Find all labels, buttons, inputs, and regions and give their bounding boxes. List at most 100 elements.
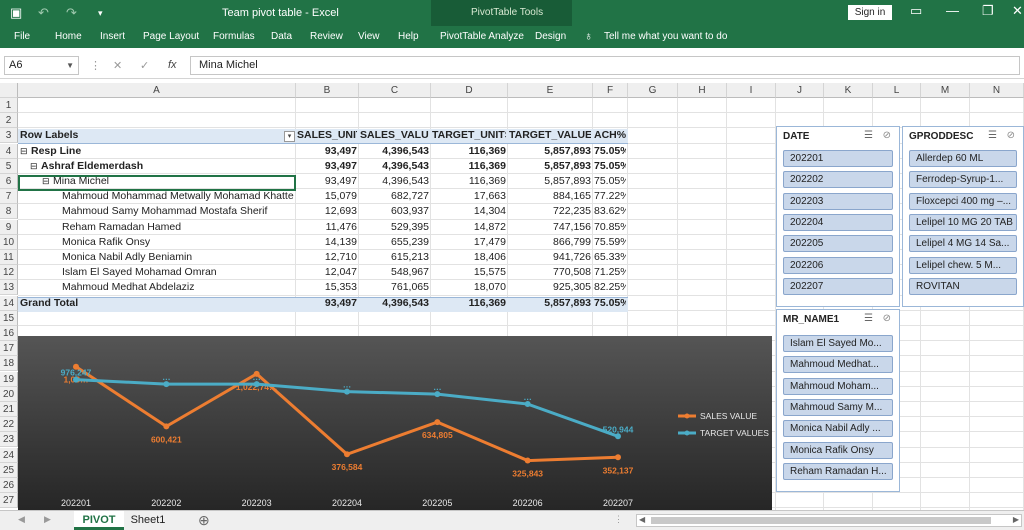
- slicer-item[interactable]: Monica Rafik Onsy: [783, 441, 893, 459]
- slicer-item[interactable]: ROVITAN: [909, 277, 1017, 295]
- slicer-item[interactable]: Islam El Sayed Mo...: [783, 335, 893, 352]
- slicer-item[interactable]: 202206: [783, 256, 893, 274]
- column-header-m[interactable]: M: [921, 83, 970, 98]
- row-header-9[interactable]: 9: [0, 219, 18, 235]
- tab-design[interactable]: Design: [535, 31, 566, 42]
- slicer-gproddesc[interactable]: GPRODDESC ☰ ⊘ Allerdep 60 ML Ferrodep-Syr…: [902, 126, 1024, 307]
- slicer-item[interactable]: Floxcepci 400 mg –...: [909, 192, 1017, 210]
- tab-insert[interactable]: Insert: [100, 31, 125, 42]
- slicer-item[interactable]: Lelipel 10 MG 20 TAB: [909, 213, 1017, 231]
- column-header-c[interactable]: C: [359, 83, 431, 98]
- tab-help[interactable]: Help: [398, 31, 419, 42]
- tab-pivottable-analyze[interactable]: PivotTable Analyze: [440, 31, 524, 42]
- multi-select-icon[interactable]: ☰: [864, 313, 873, 324]
- horizontal-scrollbar[interactable]: ◀ ▶: [636, 514, 1022, 527]
- slicer-item[interactable]: Ferrodep-Syrup-1...: [909, 171, 1017, 189]
- slicer-item[interactable]: 202203: [783, 192, 893, 210]
- scroll-right-icon[interactable]: ▶: [44, 514, 51, 525]
- tab-review[interactable]: Review: [310, 31, 343, 42]
- column-header-f[interactable]: F: [593, 83, 628, 98]
- column-header-n[interactable]: N: [970, 83, 1024, 98]
- slicer-item[interactable]: 202201: [783, 150, 893, 167]
- undo-icon[interactable]: ↶: [38, 5, 49, 21]
- row-header-26[interactable]: 26: [0, 478, 18, 493]
- column-header-b[interactable]: B: [296, 83, 359, 98]
- name-box[interactable]: A6 ▼: [4, 56, 79, 75]
- column-header-a[interactable]: A: [18, 83, 296, 98]
- tab-formulas[interactable]: Formulas: [213, 31, 255, 42]
- slicer-item[interactable]: 202207: [783, 277, 893, 295]
- plus-icon[interactable]: ⊕: [198, 512, 210, 529]
- sheet-tab-sheet1[interactable]: Sheet1: [126, 511, 170, 530]
- row-header-10[interactable]: 10: [0, 234, 18, 250]
- save-icon[interactable]: ▣: [10, 5, 22, 21]
- row-header-17[interactable]: 17: [0, 341, 18, 357]
- column-header-h[interactable]: H: [678, 83, 727, 98]
- row-header-1[interactable]: 1: [0, 98, 18, 113]
- slicer-item[interactable]: Lelipel 4 MG 14 Sa...: [909, 235, 1017, 253]
- slicer-item[interactable]: Reham Ramadan H...: [783, 462, 893, 480]
- row-header-3[interactable]: 3: [0, 128, 18, 144]
- customize-qat-icon[interactable]: ▾: [98, 8, 103, 19]
- tab-home[interactable]: Home: [55, 31, 82, 42]
- column-header-l[interactable]: L: [873, 83, 921, 98]
- column-header-k[interactable]: K: [824, 83, 873, 98]
- slicer-item[interactable]: Mahmoud Medhat...: [783, 356, 893, 374]
- row-header-24[interactable]: 24: [0, 447, 18, 463]
- redo-icon[interactable]: ↷: [66, 5, 77, 21]
- sheet-tab-pivot[interactable]: PIVOT: [74, 511, 124, 530]
- row-header-8[interactable]: 8: [0, 204, 18, 220]
- select-all-corner[interactable]: [0, 83, 18, 98]
- restore-icon[interactable]: ❐: [982, 3, 994, 19]
- column-header-j[interactable]: J: [776, 83, 824, 98]
- row-header-14[interactable]: 14: [0, 295, 18, 311]
- slicer-item[interactable]: 202205: [783, 235, 893, 253]
- row-header-5[interactable]: 5: [0, 158, 18, 174]
- slicer-mr-name[interactable]: MR_NAME1 ☰ ⊘ Islam El Sayed Mo... Mahmoud…: [776, 309, 900, 492]
- chevron-down-icon[interactable]: ▼: [66, 57, 74, 74]
- row-header-4[interactable]: 4: [0, 143, 18, 159]
- row-header-18[interactable]: 18: [0, 356, 18, 372]
- signin-button[interactable]: Sign in: [848, 5, 892, 20]
- slicer-item[interactable]: 202204: [783, 213, 893, 231]
- multi-select-icon[interactable]: ☰: [988, 130, 997, 141]
- row-header-25[interactable]: 25: [0, 462, 18, 478]
- row-header-20[interactable]: 20: [0, 386, 18, 402]
- row-header-16[interactable]: 16: [0, 326, 18, 341]
- clear-filter-icon[interactable]: ⊘: [1007, 130, 1015, 141]
- tab-page-layout[interactable]: Page Layout: [143, 31, 199, 42]
- row-header-19[interactable]: 19: [0, 371, 18, 387]
- slicer-item[interactable]: Mahmoud Moham...: [783, 377, 893, 395]
- row-header-12[interactable]: 12: [0, 265, 18, 281]
- row-header-27[interactable]: 27: [0, 493, 18, 509]
- ribbon-display-icon[interactable]: ▭: [910, 3, 922, 19]
- clear-filter-icon[interactable]: ⊘: [883, 130, 891, 141]
- cancel-icon[interactable]: ✕: [113, 59, 122, 72]
- slicer-date[interactable]: DATE ☰ ⊘ 202201 202202 202203 202204 202205 2…: [776, 126, 900, 307]
- multi-select-icon[interactable]: ☰: [864, 130, 873, 141]
- row-header-13[interactable]: 13: [0, 280, 18, 296]
- row-labels-filter-button[interactable]: ▾: [284, 131, 295, 142]
- scroll-left-icon[interactable]: ◀: [639, 515, 645, 524]
- pivot-chart[interactable]: 1,08…600,4211,022,74…376,584634,805325,8…: [18, 336, 772, 510]
- row-header-11[interactable]: 11: [0, 250, 18, 265]
- row-header-6[interactable]: 6: [0, 174, 18, 189]
- column-header-i[interactable]: I: [727, 83, 776, 98]
- row-header-15[interactable]: 15: [0, 310, 18, 326]
- scrollbar-thumb[interactable]: [651, 517, 991, 524]
- slicer-item[interactable]: Lelipel chew. 5 M...: [909, 256, 1017, 274]
- function-icon[interactable]: fx: [168, 59, 177, 71]
- scroll-left-icon[interactable]: ◀: [18, 514, 25, 525]
- column-header-e[interactable]: E: [508, 83, 593, 98]
- row-header-22[interactable]: 22: [0, 417, 18, 433]
- slicer-item[interactable]: 202202: [783, 171, 893, 189]
- enter-icon[interactable]: ✓: [140, 59, 149, 72]
- tab-view[interactable]: View: [358, 31, 380, 42]
- slicer-item[interactable]: Mahmoud Samy M...: [783, 398, 893, 416]
- row-header-21[interactable]: 21: [0, 402, 18, 417]
- close-icon[interactable]: ✕: [1012, 3, 1023, 19]
- tab-data[interactable]: Data: [271, 31, 292, 42]
- clear-filter-icon[interactable]: ⊘: [883, 313, 891, 324]
- slicer-item[interactable]: Monica Nabil Adly ...: [783, 420, 893, 438]
- column-header-d[interactable]: D: [431, 83, 508, 98]
